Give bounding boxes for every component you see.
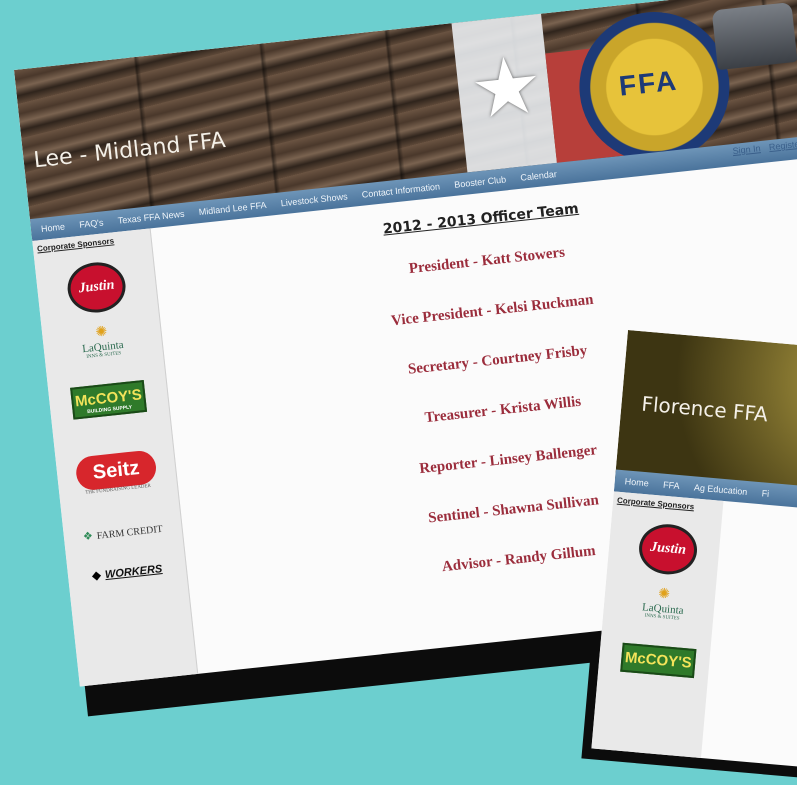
second-website-screenshot: Florence FFA Home FFA Ag Education Fi Co… [591,330,797,775]
second-site-title: Florence FFA [640,391,769,427]
second-nav-item-truncated[interactable]: Fi [761,482,770,505]
nav-item-home[interactable]: Home [40,216,66,240]
sponsor-laquinta-logo[interactable]: ✺ LaQuinta INNS & SUITES [52,319,153,363]
second-sponsor-mccoys-logo[interactable]: McCOY'S [608,642,708,679]
texas-shape-icon: ◆ [91,567,102,583]
sponsor-workers-logo[interactable]: ◆ WORKERS [77,558,176,586]
second-sponsor-laquinta-logo[interactable]: ✺ LaQuinta INNS & SUITES [613,582,714,624]
second-nav-item-home[interactable]: Home [624,470,650,494]
sponsor-mccoys-logo[interactable]: McCOY'S BUILDING SUPPLY [58,379,159,421]
sponsor-workers-text: WORKERS [104,563,163,582]
star-icon: ★ [466,39,547,136]
sponsor-justin-logo[interactable]: Justin [45,257,148,317]
second-sponsor-mccoys-text: McCOY'S [620,642,697,679]
sponsor-justin-text: Justin [65,259,129,316]
ffa-emblem-text: FFA [617,64,680,102]
nav-item-faqs[interactable]: FAQ's [78,211,104,235]
second-sponsor-justin-logo[interactable]: Justin [617,520,719,578]
sponsor-seitz-logo[interactable]: Seitz THE FUNDRAISING LEADER [66,448,168,497]
sponsor-farm-credit-logo[interactable]: ❖ FARM CREDIT [73,518,172,546]
leaf-icon: ❖ [82,530,94,544]
second-nav-item-ffa[interactable]: FFA [662,474,680,497]
officer-team-heading: 2012 - 2013 Officer Team [382,200,580,238]
second-sponsor-justin-text: Justin [636,521,700,577]
truck-image [711,2,797,71]
second-sponsors-sidebar: Corporate Sponsors Justin ✺ LaQuinta INN… [591,491,724,775]
sponsor-farm-credit-text: FARM CREDIT [96,523,164,542]
